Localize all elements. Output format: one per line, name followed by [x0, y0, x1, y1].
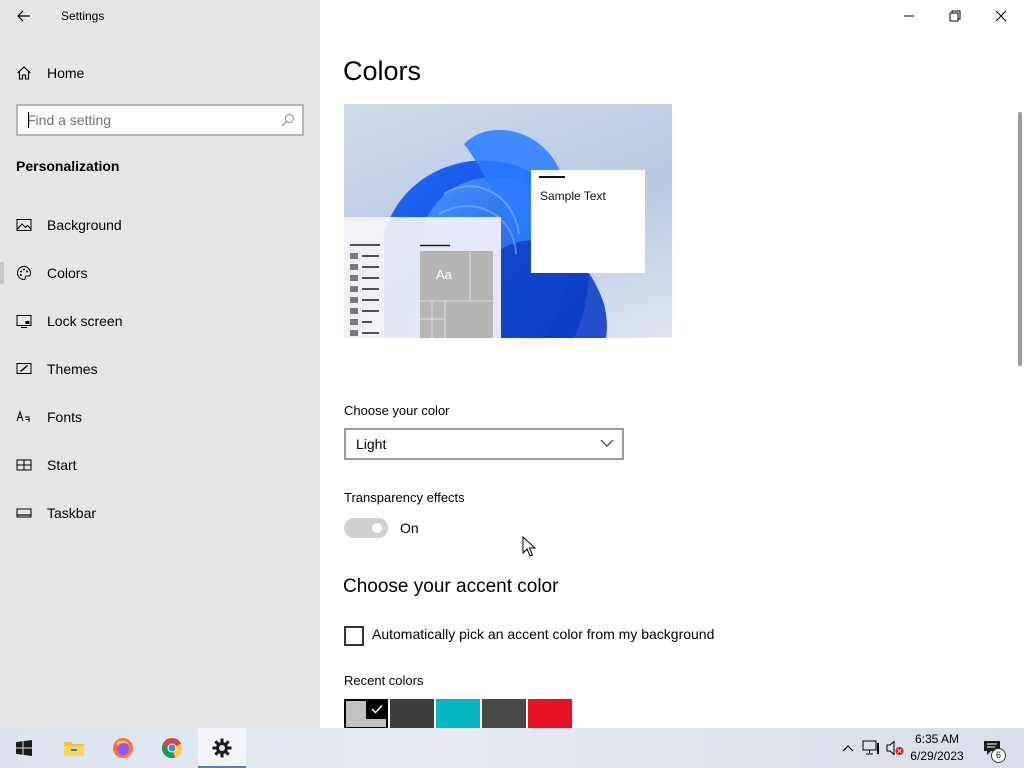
checkmark-icon	[366, 699, 388, 719]
lock-screen-icon	[16, 315, 32, 328]
preview-tile-grid	[420, 252, 493, 338]
sidebar-item-label: Colors	[47, 265, 88, 281]
sidebar-item-taskbar[interactable]: Taskbar	[0, 493, 320, 533]
auto-pick-checkbox[interactable]	[344, 626, 364, 646]
firefox-button[interactable]	[99, 728, 147, 768]
fonts-icon	[16, 410, 30, 422]
sidebar-item-themes[interactable]: Themes	[0, 349, 320, 389]
color-swatch[interactable]	[344, 699, 388, 729]
transparency-label: Transparency effects	[344, 490, 465, 505]
chevron-down-icon	[600, 439, 614, 447]
clock-date: 6/29/2023	[910, 749, 964, 763]
recent-colors-label: Recent colors	[344, 673, 424, 688]
back-button[interactable]	[8, 1, 40, 31]
transparency-toggle[interactable]	[344, 518, 388, 538]
back-arrow-icon	[17, 10, 30, 22]
color-swatch[interactable]	[528, 699, 572, 729]
start-icon	[16, 459, 32, 471]
color-swatch[interactable]	[390, 699, 434, 729]
taskbar: 6:35 AM 6/29/2023	[0, 728, 1024, 768]
mouse-cursor-icon	[522, 536, 536, 557]
home-icon	[17, 66, 31, 80]
system-clock[interactable]: 6:35 AM 6/29/2023	[904, 731, 970, 765]
page-title: Colors	[343, 56, 422, 86]
sample-text: Sample Text	[540, 189, 606, 203]
close-button[interactable]	[978, 0, 1024, 32]
sample-title-bar	[539, 176, 565, 178]
restore-button[interactable]	[932, 0, 978, 32]
taskbar-icon	[16, 508, 32, 518]
close-icon	[995, 10, 1007, 22]
sidebar: Settings Home Personalization Background	[0, 0, 320, 728]
auto-pick-label: Automatically pick an accent color from …	[372, 626, 715, 642]
notification-count-badge: 6	[991, 748, 1006, 763]
sidebar-item-fonts[interactable]: Fonts	[0, 397, 320, 437]
search-input[interactable]	[18, 106, 277, 134]
sidebar-item-colors[interactable]: Colors	[0, 253, 320, 293]
chevron-up-icon	[842, 745, 854, 752]
scrollbar-thumb[interactable]	[1018, 112, 1022, 366]
themes-icon	[16, 363, 32, 374]
sidebar-item-label: Fonts	[47, 409, 83, 425]
chrome-icon	[162, 738, 183, 758]
sidebar-item-label: Background	[47, 217, 122, 233]
color-swatch[interactable]	[482, 699, 526, 729]
windows-start-icon	[16, 740, 32, 756]
chrome-button[interactable]	[148, 728, 196, 768]
preview-list-icon	[350, 244, 380, 336]
text-caret	[28, 112, 29, 128]
show-hidden-icons-button[interactable]	[838, 738, 858, 758]
preview-tile: Aa	[420, 251, 493, 338]
volume-tray-button[interactable]	[885, 738, 905, 758]
clock-time: 6:35 AM	[914, 732, 960, 746]
sidebar-item-label: Home	[47, 65, 85, 81]
sidebar-item-lock-screen[interactable]: Lock screen	[0, 301, 320, 341]
accent-color-heading: Choose your accent color	[343, 576, 559, 597]
title-bar: Settings	[0, 0, 320, 32]
color-swatch[interactable]	[436, 699, 480, 729]
network-icon	[862, 740, 879, 755]
settings-window: Settings Home Personalization Background	[0, 0, 1024, 768]
choose-color-dropdown[interactable]: Light	[344, 428, 624, 460]
toggle-knob	[372, 523, 382, 533]
app-title: Settings	[61, 9, 105, 23]
sidebar-item-label: Start	[47, 457, 77, 473]
dropdown-value: Light	[356, 436, 387, 452]
sidebar-item-home[interactable]: Home	[0, 57, 320, 89]
section-title: Personalization	[16, 158, 120, 174]
file-explorer-button[interactable]	[50, 728, 98, 768]
search-field[interactable]	[16, 104, 304, 136]
toggle-state-label: On	[400, 520, 419, 536]
palette-icon	[16, 265, 32, 281]
sidebar-item-background[interactable]: Background	[0, 205, 320, 245]
firefox-icon	[113, 738, 133, 758]
sidebar-item-label: Themes	[47, 361, 98, 377]
theme-preview: Aa Sample Text	[344, 104, 672, 338]
settings-taskbar-button[interactable]	[198, 728, 246, 768]
minimize-icon	[904, 15, 914, 17]
restore-icon	[949, 10, 961, 22]
preview-sample-window: Sample Text	[531, 170, 645, 273]
minimize-button[interactable]	[886, 0, 932, 32]
network-tray-button[interactable]	[861, 738, 881, 758]
search-icon[interactable]	[281, 113, 295, 127]
sidebar-item-label: Taskbar	[47, 505, 97, 521]
sidebar-item-label: Lock screen	[47, 313, 123, 329]
sidebar-item-start[interactable]: Start	[0, 445, 320, 485]
start-button[interactable]	[0, 728, 48, 768]
choose-color-label: Choose your color	[344, 403, 450, 418]
picture-icon	[16, 219, 32, 231]
volume-muted-icon	[886, 740, 904, 756]
settings-gear-icon	[212, 738, 232, 758]
preview-header-line	[420, 244, 450, 247]
file-explorer-icon	[64, 742, 84, 756]
